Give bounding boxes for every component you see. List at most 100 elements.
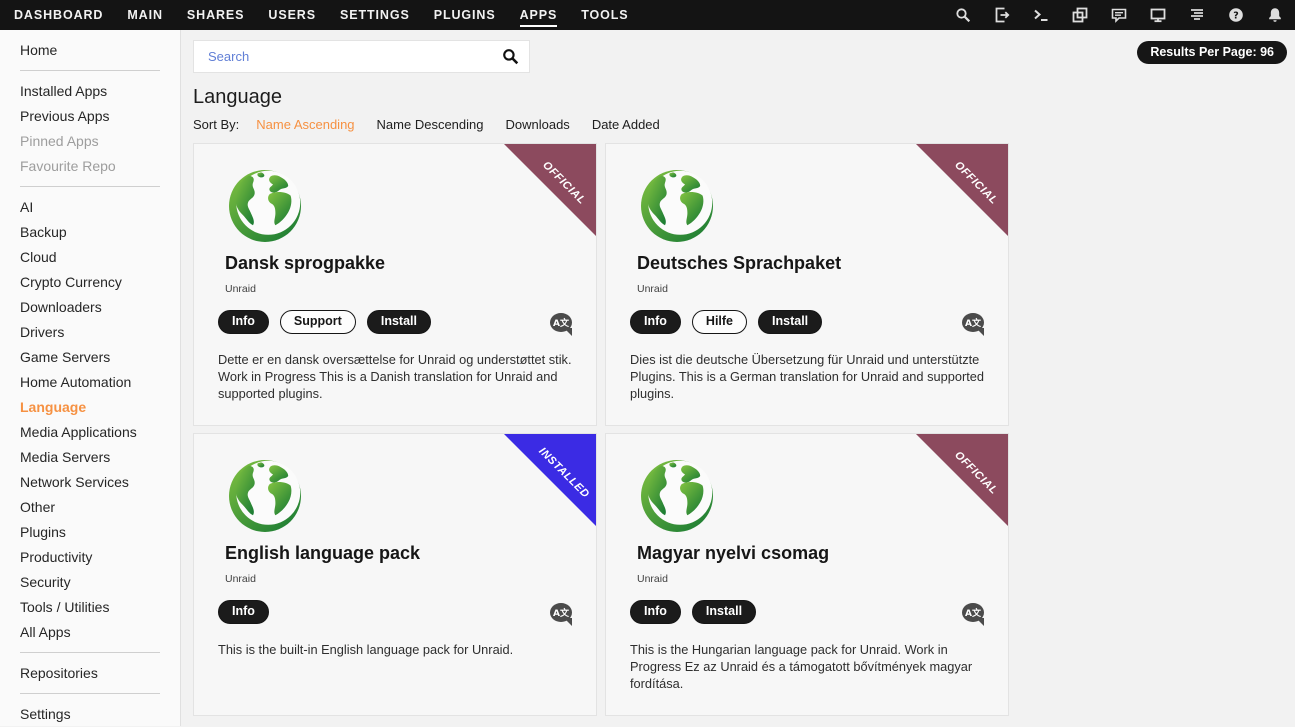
nav-tab-label: DASHBOARD <box>14 8 103 22</box>
app-info-button[interactable]: Info <box>630 310 681 334</box>
sidebar-divider <box>20 186 160 187</box>
sidebar-item-media-applications[interactable]: Media Applications <box>20 420 180 445</box>
sidebar-item-other[interactable]: Other <box>20 495 180 520</box>
nav-tab-label: USERS <box>268 8 316 22</box>
sidebar-item-backup[interactable]: Backup <box>20 220 180 245</box>
results-per-page-badge[interactable]: Results Per Page: 96 <box>1137 41 1287 64</box>
help-icon[interactable]: ? <box>1228 7 1244 23</box>
sidebar-divider <box>20 70 160 71</box>
nav-tab-label: PLUGINS <box>434 8 496 22</box>
app-hilfe-button[interactable]: Hilfe <box>692 310 747 334</box>
sidebar-item-tools-utilities[interactable]: Tools / Utilities <box>20 595 180 620</box>
nav-tab-label: SETTINGS <box>340 8 410 22</box>
app-info-button[interactable]: Info <box>630 600 681 624</box>
main-content: Results Per Page: 96 Language Sort By: N… <box>181 30 1295 726</box>
nav-tab-main[interactable]: MAIN <box>127 3 163 27</box>
nav-tab-users[interactable]: USERS <box>268 3 316 27</box>
app-title: English language pack <box>225 543 572 564</box>
nav-tab-label: SHARES <box>187 8 245 22</box>
app-actions: Info A文 <box>218 600 572 624</box>
nav-tab-plugins[interactable]: PLUGINS <box>434 3 496 27</box>
feedback-icon[interactable] <box>1111 7 1127 23</box>
sidebar-item-productivity[interactable]: Productivity <box>20 545 180 570</box>
search-icon[interactable] <box>502 48 519 65</box>
sidebar-item-language[interactable]: Language <box>20 395 180 420</box>
notifications-icon[interactable] <box>1267 7 1283 23</box>
app-actions: Info Support Install A文 <box>218 310 572 334</box>
copy-icon[interactable] <box>1072 7 1088 23</box>
sort-option-date-added[interactable]: Date Added <box>592 117 660 132</box>
app-description: This is the Hungarian language pack for … <box>630 641 986 692</box>
nav-tab-settings[interactable]: SETTINGS <box>340 3 410 27</box>
app-info-button[interactable]: Info <box>218 600 269 624</box>
sidebar-item-all-apps[interactable]: All Apps <box>20 620 180 645</box>
ribbon-official: OFFICIAL <box>916 144 1008 236</box>
app-author: Unraid <box>225 283 572 295</box>
sidebar-item-drivers[interactable]: Drivers <box>20 320 180 345</box>
sidebar-item-previous-apps[interactable]: Previous Apps <box>20 104 180 129</box>
search-input[interactable] <box>206 48 502 65</box>
sort-by-label: Sort By: <box>193 117 239 132</box>
app-card-grid: OFFICIAL Dansk sprogpakke Unraid Info Sup… <box>193 143 1295 716</box>
app-support-button[interactable]: Support <box>280 310 356 334</box>
app-info-button[interactable]: Info <box>218 310 269 334</box>
nav-tab-label: TOOLS <box>581 8 628 22</box>
sidebar-item-cloud[interactable]: Cloud <box>20 245 180 270</box>
sort-option-downloads[interactable]: Downloads <box>505 117 569 132</box>
app-card: OFFICIAL Magyar nyelvi csomag Unraid Inf… <box>605 433 1009 716</box>
sidebar-item-downloaders[interactable]: Downloaders <box>20 295 180 320</box>
sidebar: HomeInstalled AppsPrevious AppsPinned Ap… <box>0 30 181 726</box>
sidebar-item-installed-apps[interactable]: Installed Apps <box>20 79 180 104</box>
sidebar-item-repositories[interactable]: Repositories <box>20 661 180 686</box>
nav-tab-shares[interactable]: SHARES <box>187 3 245 27</box>
sidebar-item-game-servers[interactable]: Game Servers <box>20 345 180 370</box>
sidebar-item-home-automation[interactable]: Home Automation <box>20 370 180 395</box>
translate-icon[interactable]: A文 <box>962 313 984 332</box>
ribbon-label: OFFICIAL <box>514 143 597 233</box>
globe-icon <box>225 459 305 533</box>
search-bar <box>193 40 530 73</box>
translate-icon[interactable]: A文 <box>550 313 572 332</box>
top-nav: DASHBOARD MAIN SHARES USERS SETTINGS PLUGINS A… <box>0 0 1295 30</box>
app-install-button[interactable]: Install <box>367 310 431 334</box>
app-description: Dette er en dansk oversættelse for Unrai… <box>218 351 574 402</box>
nav-tab-dashboard[interactable]: DASHBOARD <box>14 3 103 27</box>
nav-tab-apps[interactable]: APPS <box>520 3 558 27</box>
ribbon-installed: INSTALLED <box>504 434 596 526</box>
translate-icon[interactable]: A文 <box>550 603 572 622</box>
sort-option-name-descending[interactable]: Name Descending <box>377 117 484 132</box>
sidebar-item-crypto-currency[interactable]: Crypto Currency <box>20 270 180 295</box>
nav-tab-tools[interactable]: TOOLS <box>581 3 628 27</box>
sidebar-item-network-services[interactable]: Network Services <box>20 470 180 495</box>
app-install-button[interactable]: Install <box>692 600 756 624</box>
globe-icon <box>225 169 305 243</box>
globe-icon <box>637 169 717 243</box>
sidebar-item-plugins[interactable]: Plugins <box>20 520 180 545</box>
app-title: Dansk sprogpakke <box>225 253 572 274</box>
search-icon[interactable] <box>955 7 971 23</box>
app-title: Deutsches Sprachpaket <box>637 253 984 274</box>
terminal-icon[interactable] <box>1033 7 1049 23</box>
translate-icon[interactable]: A文 <box>962 603 984 622</box>
app-card: OFFICIAL Dansk sprogpakke Unraid Info Sup… <box>193 143 597 426</box>
log-icon[interactable] <box>1189 7 1205 23</box>
sidebar-item-home[interactable]: Home <box>20 38 180 63</box>
app-title: Magyar nyelvi csomag <box>637 543 984 564</box>
app-install-button[interactable]: Install <box>758 310 822 334</box>
ribbon-label: OFFICIAL <box>926 433 1009 523</box>
sidebar-item-media-servers[interactable]: Media Servers <box>20 445 180 470</box>
sidebar-divider <box>20 652 160 653</box>
app-actions: Info Hilfe Install A文 <box>630 310 984 334</box>
sidebar-item-security[interactable]: Security <box>20 570 180 595</box>
sidebar-item-favourite-repo: Favourite Repo <box>20 154 180 179</box>
logout-icon[interactable] <box>994 7 1010 23</box>
sort-option-name-ascending[interactable]: Name Ascending <box>256 117 354 132</box>
sidebar-item-settings[interactable]: Settings <box>20 702 180 727</box>
ribbon-label: INSTALLED <box>514 433 597 523</box>
monitor-icon[interactable] <box>1150 7 1166 23</box>
sort-bar: Sort By: Name Ascending Name Descending Do… <box>193 117 1295 132</box>
app-card: OFFICIAL Deutsches Sprachpaket Unraid In… <box>605 143 1009 426</box>
sidebar-item-ai[interactable]: AI <box>20 195 180 220</box>
app-actions: Info Install A文 <box>630 600 984 624</box>
nav-icon-bar: ? <box>955 7 1283 23</box>
